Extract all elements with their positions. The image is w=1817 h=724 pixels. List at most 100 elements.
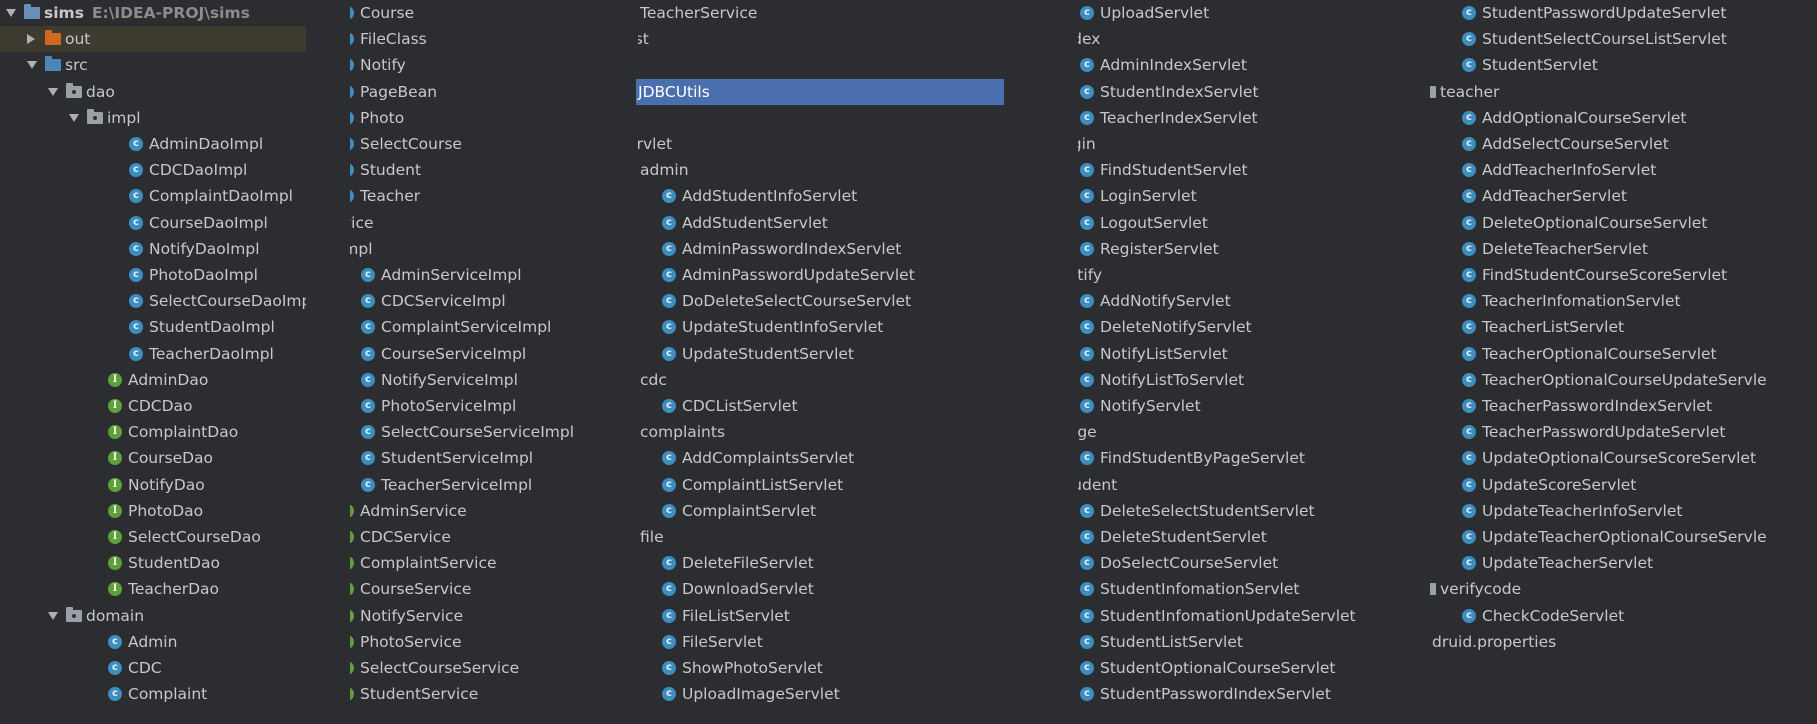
tree-item-complaintdao[interactable]: I ComplaintDao bbox=[0, 419, 306, 445]
tree-item-addoptionalcourseservlet[interactable]: c AddOptionalCourseServlet bbox=[1430, 105, 1817, 131]
tree-item-updateteacherservlet[interactable]: c UpdateTeacherServlet bbox=[1430, 550, 1817, 576]
tree-item-showphotoservlet[interactable]: c ShowPhotoServlet bbox=[638, 655, 1067, 681]
tree-item-selectcourseservice[interactable]: I SelectCourseService bbox=[350, 655, 625, 681]
tree-item-deleteselectstudentservlet[interactable]: c DeleteSelectStudentServlet bbox=[1078, 498, 1478, 524]
tree-item-deleteteacherservlet[interactable]: c DeleteTeacherServlet bbox=[1430, 236, 1817, 262]
tree-item-addstudentinfoservlet[interactable]: c AddStudentInfoServlet bbox=[638, 183, 1067, 209]
tree-item-studentpasswordupdateservlet[interactable]: c StudentPasswordUpdateServlet bbox=[1430, 0, 1817, 26]
tree-item-test[interactable]: test bbox=[638, 26, 1067, 52]
tree-item-adminpasswordupdateservlet[interactable]: c AdminPasswordUpdateServlet bbox=[638, 262, 1067, 288]
tree-item-student[interactable]: c Student bbox=[350, 157, 625, 183]
tree-item-cdcdaoimpl[interactable]: c CDCDaoImpl bbox=[0, 157, 306, 183]
tree-item-updateoptionalcoursescoreservlet[interactable]: c UpdateOptionalCourseScoreServlet bbox=[1430, 445, 1817, 471]
tree-item-teacher[interactable]: teacher bbox=[1430, 79, 1817, 105]
tree-item-druid-properties[interactable]: druid.properties bbox=[1430, 629, 1817, 655]
tree-item-complaints[interactable]: complaints bbox=[638, 419, 1067, 445]
tree-item-addnotifyservlet[interactable]: c AddNotifyServlet bbox=[1078, 288, 1478, 314]
tree-item-photo[interactable]: c Photo bbox=[350, 105, 625, 131]
tree-item-addteacherservlet[interactable]: c AddTeacherServlet bbox=[1430, 183, 1817, 209]
tree-item-complaintlistservlet[interactable]: c ComplaintListServlet bbox=[638, 472, 1067, 498]
tree-item-studentlistservlet[interactable]: c StudentListServlet bbox=[1078, 629, 1478, 655]
tree-item-teacheroptionalcourseupdateservle[interactable]: c TeacherOptionalCourseUpdateServle bbox=[1430, 367, 1817, 393]
tree-item-teacherpasswordupdateservlet[interactable]: c TeacherPasswordUpdateServlet bbox=[1430, 419, 1817, 445]
tree-item-notifyserviceimpl[interactable]: c NotifyServiceImpl bbox=[350, 367, 625, 393]
tree-item-studentdao[interactable]: I StudentDao bbox=[0, 550, 306, 576]
tree-item-complaintserviceimpl[interactable]: c ComplaintServiceImpl bbox=[350, 314, 625, 340]
tree-item-adminindexservlet[interactable]: c AdminIndexServlet bbox=[1078, 52, 1478, 78]
collapse-arrow-icon[interactable] bbox=[27, 34, 35, 45]
tree-item-studentinfomationservlet[interactable]: c StudentInfomationServlet bbox=[1078, 576, 1478, 602]
tree-item-studentservlet[interactable]: c StudentServlet bbox=[1430, 52, 1817, 78]
tree-item-selectcourseserviceimpl[interactable]: c SelectCourseServiceImpl bbox=[350, 419, 625, 445]
tree-item-findstudentservlet[interactable]: c FindStudentServlet bbox=[1078, 157, 1478, 183]
tree-item-web[interactable]: web bbox=[638, 105, 1067, 131]
tree-item-checkcodeservlet[interactable]: c CheckCodeServlet bbox=[1430, 603, 1817, 629]
tree-item-student[interactable]: student bbox=[1078, 472, 1478, 498]
tree-item-verifycode[interactable]: verifycode bbox=[1430, 576, 1817, 602]
tree-item-notifylistservlet[interactable]: c NotifyListServlet bbox=[1078, 341, 1478, 367]
tree-item-complaintdaoimpl[interactable]: c ComplaintDaoImpl bbox=[0, 183, 306, 209]
tree-item-filelistservlet[interactable]: c FileListServlet bbox=[638, 603, 1067, 629]
expand-arrow-icon[interactable] bbox=[69, 113, 79, 122]
tree-item-complaintservlet[interactable]: c ComplaintServlet bbox=[638, 498, 1067, 524]
tree-item-notify[interactable]: c Notify bbox=[350, 52, 625, 78]
tree-item-utils[interactable]: utils bbox=[638, 52, 1067, 78]
tree-item-fileservlet[interactable]: c FileServlet bbox=[638, 629, 1067, 655]
tree-item-courseserviceimpl[interactable]: c CourseServiceImpl bbox=[350, 341, 625, 367]
tree-item-teacher[interactable]: c Teacher bbox=[350, 183, 625, 209]
tree-item-coursedaoimpl[interactable]: c CourseDaoImpl bbox=[0, 210, 306, 236]
tree-item-notifydaoimpl[interactable]: c NotifyDaoImpl bbox=[0, 236, 306, 262]
expand-arrow-icon[interactable] bbox=[27, 61, 37, 70]
tree-item-studentdaoimpl[interactable]: c StudentDaoImpl bbox=[0, 314, 306, 340]
tree-item-login[interactable]: login bbox=[1078, 131, 1478, 157]
tree-item-updateteacherinfoservlet[interactable]: c UpdateTeacherInfoServlet bbox=[1430, 498, 1817, 524]
tree-item-teacherserviceimpl[interactable]: c TeacherServiceImpl bbox=[350, 472, 625, 498]
tree-item-teacherinfomationservlet[interactable]: c TeacherInfomationServlet bbox=[1430, 288, 1817, 314]
tree-item-courseservice[interactable]: I CourseService bbox=[350, 576, 625, 602]
tree-item-admin[interactable]: c Admin bbox=[0, 629, 306, 655]
tree-item-notifylisttoservlet[interactable]: c NotifyListToServlet bbox=[1078, 367, 1478, 393]
tree-item-pagebean[interactable]: c PageBean bbox=[350, 79, 625, 105]
tree-item-index[interactable]: index bbox=[1078, 26, 1478, 52]
tree-item-logoutservlet[interactable]: c LogoutServlet bbox=[1078, 210, 1478, 236]
tree-item-studentservice[interactable]: I StudentService bbox=[350, 681, 625, 707]
tree-item-file[interactable]: file bbox=[638, 524, 1067, 550]
tree-item-dao[interactable]: dao bbox=[0, 79, 306, 105]
tree-item-complaint[interactable]: c Complaint bbox=[0, 681, 306, 707]
tree-item-uploadimageservlet[interactable]: c UploadImageServlet bbox=[638, 681, 1067, 707]
tree-item-cdc[interactable]: c CDC bbox=[0, 655, 306, 681]
tree-item-deletefileservlet[interactable]: c DeleteFileServlet bbox=[638, 550, 1067, 576]
tree-item-studentoptionalcourseservlet[interactable]: c StudentOptionalCourseServlet bbox=[1078, 655, 1478, 681]
tree-item-impl[interactable]: impl bbox=[350, 236, 625, 262]
tree-item-studentinfomationupdateservlet[interactable]: c StudentInfomationUpdateServlet bbox=[1078, 603, 1478, 629]
expand-arrow-icon[interactable] bbox=[6, 9, 16, 17]
tree-item-photoserviceimpl[interactable]: c PhotoServiceImpl bbox=[350, 393, 625, 419]
tree-item-jdbcutils[interactable]: cJDBCUtils bbox=[636, 78, 1004, 105]
tree-item-teacherindexservlet[interactable]: c TeacherIndexServlet bbox=[1078, 105, 1478, 131]
tree-item-updatestudentservlet[interactable]: c UpdateStudentServlet bbox=[638, 341, 1067, 367]
tree-item-notifydao[interactable]: I NotifyDao bbox=[0, 472, 306, 498]
tree-item-adminservice[interactable]: I AdminService bbox=[350, 498, 625, 524]
tree-item-addstudentservlet[interactable]: c AddStudentServlet bbox=[638, 210, 1067, 236]
tree-item-cdcservice[interactable]: I CDCService bbox=[350, 524, 625, 550]
tree-item-coursedao[interactable]: I CourseDao bbox=[0, 445, 306, 471]
tree-item-photoservice[interactable]: I PhotoService bbox=[350, 629, 625, 655]
tree-item-loginservlet[interactable]: c LoginServlet bbox=[1078, 183, 1478, 209]
tree-item-servlet[interactable]: servlet bbox=[638, 131, 1067, 157]
tree-item-updatestudentinfoservlet[interactable]: c UpdateStudentInfoServlet bbox=[638, 314, 1067, 340]
expand-arrow-icon[interactable] bbox=[48, 611, 58, 620]
tree-item-findstudentbypageservlet[interactable]: c FindStudentByPageServlet bbox=[1078, 445, 1478, 471]
tree-item-teacherdaoimpl[interactable]: c TeacherDaoImpl bbox=[0, 341, 306, 367]
tree-item-updatescoreservlet[interactable]: c UpdateScoreServlet bbox=[1430, 472, 1817, 498]
tree-item-adminserviceimpl[interactable]: c AdminServiceImpl bbox=[350, 262, 625, 288]
tree-item-domain[interactable]: domain bbox=[0, 603, 306, 629]
tree-item-studentpasswordindexservlet[interactable]: c StudentPasswordIndexServlet bbox=[1078, 681, 1478, 707]
tree-item-cdcserviceimpl[interactable]: c CDCServiceImpl bbox=[350, 288, 625, 314]
tree-item-selectcoursedaoimpl[interactable]: c SelectCourseDaoImpl bbox=[0, 288, 306, 314]
tree-item-addselectcourseservlet[interactable]: c AddSelectCourseServlet bbox=[1430, 131, 1817, 157]
tree-item-studentindexservlet[interactable]: c StudentIndexServlet bbox=[1078, 79, 1478, 105]
tree-item-admindaoimpl[interactable]: c AdminDaoImpl bbox=[0, 131, 306, 157]
tree-item-cdcdao[interactable]: I CDCDao bbox=[0, 393, 306, 419]
tree-item-studentserviceimpl[interactable]: c StudentServiceImpl bbox=[350, 445, 625, 471]
tree-item-doselectcourseservlet[interactable]: c DoSelectCourseServlet bbox=[1078, 550, 1478, 576]
